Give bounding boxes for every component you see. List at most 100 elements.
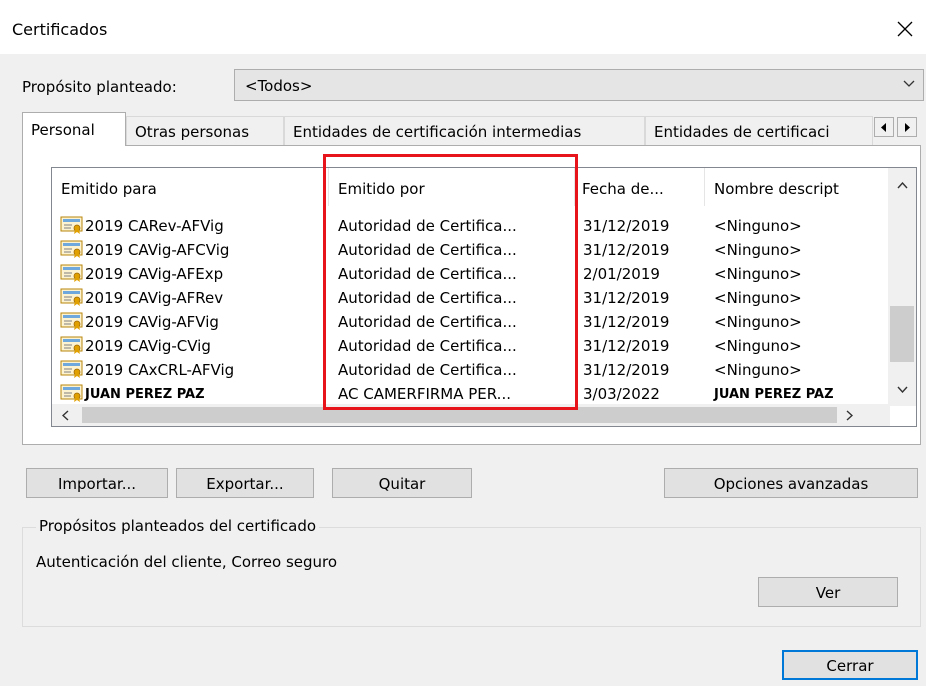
certificate-icon xyxy=(60,336,83,354)
table-row[interactable]: 2019 CAVig-AFRev Autoridad de Certifica..… xyxy=(52,287,872,311)
cell-expiration: 2/01/2019 xyxy=(583,265,660,283)
tab-label: Otras personas xyxy=(135,123,250,141)
cell-issued-to: 2019 CAVig-AFExp xyxy=(85,265,224,283)
table-row[interactable]: 2019 CARev-AFVig Autoridad de Certifica..… xyxy=(52,215,872,239)
cell-expiration: 31/12/2019 xyxy=(583,217,670,235)
certificate-icon xyxy=(60,216,83,234)
tab-personal[interactable]: Personal xyxy=(22,112,126,146)
certificate-icon xyxy=(60,360,83,378)
cell-expiration: 31/12/2019 xyxy=(583,289,670,307)
table-row[interactable]: 2019 CAVig-AFVig Autoridad de Certifica..… xyxy=(52,311,872,335)
close-icon xyxy=(897,21,913,37)
cell-friendly-name: JUAN PEREZ PAZ xyxy=(714,387,834,402)
cell-issued-by: Autoridad de Certifica... xyxy=(338,337,517,355)
view-button[interactable]: Ver xyxy=(758,577,898,607)
tab-root-cas[interactable]: Entidades de certificaci xyxy=(645,116,873,146)
chevron-up-icon xyxy=(897,182,908,189)
column-header-issued-by[interactable]: Emitido por xyxy=(329,168,574,206)
tab-strip: Personal Otras personas Entidades de cer… xyxy=(22,112,922,146)
remove-button-label: Quitar xyxy=(378,475,426,493)
export-button-label: Exportar... xyxy=(206,475,284,493)
arrow-right-icon xyxy=(905,123,910,132)
horizontal-scroll-thumb[interactable] xyxy=(82,407,837,423)
import-button[interactable]: Importar... xyxy=(26,468,168,498)
cell-friendly-name: <Ninguno> xyxy=(714,217,802,235)
chevron-down-icon xyxy=(903,80,915,87)
cell-issued-to: 2019 CARev-AFVig xyxy=(85,217,224,235)
tab-other-people[interactable]: Otras personas xyxy=(126,116,284,146)
advanced-options-button[interactable]: Opciones avanzadas xyxy=(664,468,918,498)
cell-issued-by: Autoridad de Certifica... xyxy=(338,241,517,259)
column-header-label: Emitido para xyxy=(61,180,157,198)
import-button-label: Importar... xyxy=(57,475,137,493)
tab-scroll-right-button[interactable] xyxy=(897,117,917,137)
certificates-dialog: Certificados Propósito planteado: <Todos… xyxy=(0,0,926,686)
cell-issued-by: Autoridad de Certifica... xyxy=(338,361,517,379)
export-button[interactable]: Exportar... xyxy=(176,468,314,498)
purpose-selected-value: <Todos> xyxy=(245,77,313,95)
cell-expiration: 31/12/2019 xyxy=(583,337,670,355)
cell-issued-by: Autoridad de Certifica... xyxy=(338,217,517,235)
cell-friendly-name: <Ninguno> xyxy=(714,361,802,379)
cell-expiration: 31/12/2019 xyxy=(583,241,670,259)
horizontal-scrollbar[interactable] xyxy=(52,404,890,426)
close-window-button[interactable] xyxy=(886,10,926,50)
vertical-scrollbar[interactable] xyxy=(888,168,916,406)
tab-label: Entidades de certificación intermedias xyxy=(293,123,582,141)
column-header-friendly-name[interactable]: Nombre descript xyxy=(705,168,890,206)
table-row[interactable]: 2019 CAVig-AFCVig Autoridad de Certifica.… xyxy=(52,239,872,263)
cell-friendly-name: <Ninguno> xyxy=(714,265,802,283)
window-title: Certificados xyxy=(12,20,108,39)
remove-button[interactable]: Quitar xyxy=(332,468,472,498)
tab-panel-personal: Emitido para Emitido por Fecha de... Nom… xyxy=(22,145,921,445)
column-header-issued-to[interactable]: Emitido para xyxy=(52,168,328,206)
column-header-label: Fecha de... xyxy=(582,180,664,198)
column-header-label: Emitido por xyxy=(338,180,425,198)
cell-issued-to: 2019 CAVig-CVig xyxy=(85,337,211,355)
tab-label: Personal xyxy=(31,121,95,139)
table-row[interactable]: 2019 CAVig-AFExp Autoridad de Certifica..… xyxy=(52,263,872,287)
table-row[interactable]: 2019 CAVig-CVig Autoridad de Certifica...… xyxy=(52,335,872,359)
certificate-icon xyxy=(60,288,83,306)
purpose-label: Propósito planteado: xyxy=(22,78,177,96)
certificate-purposes-value: Autenticación del cliente, Correo seguro xyxy=(36,553,338,571)
cell-issued-to: 2019 CAVig-AFRev xyxy=(85,289,224,307)
chevron-down-icon xyxy=(897,386,908,393)
cell-issued-by: Autoridad de Certifica... xyxy=(338,313,517,331)
cell-expiration: 3/03/2022 xyxy=(583,385,660,403)
column-header-expiration[interactable]: Fecha de... xyxy=(574,168,704,206)
column-header-label: Nombre descript xyxy=(714,180,839,198)
vertical-scroll-thumb[interactable] xyxy=(890,306,914,362)
cell-issued-by: Autoridad de Certifica... xyxy=(338,265,517,283)
close-button-label: Cerrar xyxy=(826,657,874,675)
tab-scroll-left-button[interactable] xyxy=(874,117,894,137)
advanced-options-button-label: Opciones avanzadas xyxy=(713,475,869,493)
cell-issued-to: 2019 CAVig-AFVig xyxy=(85,313,219,331)
cell-issued-by: Autoridad de Certifica... xyxy=(338,289,517,307)
cell-issued-by: AC CAMERFIRMA PER... xyxy=(338,385,511,403)
cell-expiration: 31/12/2019 xyxy=(583,313,670,331)
cell-friendly-name: <Ninguno> xyxy=(714,313,802,331)
cell-friendly-name: <Ninguno> xyxy=(714,337,802,355)
cell-expiration: 31/12/2019 xyxy=(583,361,670,379)
close-button[interactable]: Cerrar xyxy=(782,650,918,680)
tab-label: Entidades de certificaci xyxy=(654,123,830,141)
cell-issued-to: JUAN PEREZ PAZ xyxy=(85,387,205,402)
certificate-icon xyxy=(60,264,83,282)
cell-friendly-name: <Ninguno> xyxy=(714,241,802,259)
chevron-left-icon xyxy=(62,410,69,421)
certificate-list[interactable]: Emitido para Emitido por Fecha de... Nom… xyxy=(51,167,917,427)
cell-friendly-name: <Ninguno> xyxy=(714,289,802,307)
certificate-icon xyxy=(60,240,83,258)
purpose-dropdown[interactable]: <Todos> xyxy=(234,69,924,101)
cell-issued-to: 2019 CAVig-AFCVig xyxy=(85,241,230,259)
certificate-purposes-title: Propósitos planteados del certificado xyxy=(36,517,320,535)
title-bar: Certificados xyxy=(0,0,926,54)
tab-intermediate-cas[interactable]: Entidades de certificación intermedias xyxy=(284,116,645,146)
certificate-icon xyxy=(60,384,83,402)
view-button-label: Ver xyxy=(815,584,841,602)
cell-issued-to: 2019 CAxCRL-AFVig xyxy=(85,361,235,379)
chevron-right-icon xyxy=(846,410,853,421)
table-row[interactable]: 2019 CAxCRL-AFVig Autoridad de Certifica.… xyxy=(52,359,872,383)
certificate-icon xyxy=(60,312,83,330)
